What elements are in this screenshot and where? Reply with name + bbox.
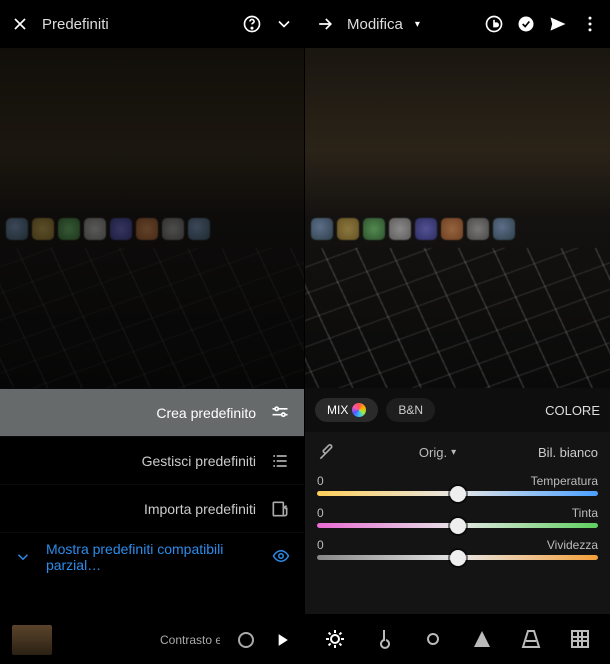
tint-label: Tinta bbox=[572, 506, 598, 520]
color-controls: Bil. bianco Orig. ▾ Temperatura 0 Tinta … bbox=[305, 432, 610, 614]
perspective-icon[interactable] bbox=[519, 627, 543, 651]
color-tool-icon[interactable] bbox=[323, 627, 347, 651]
vibrance-label: Vividezza bbox=[547, 538, 598, 552]
share-icon[interactable] bbox=[548, 14, 568, 34]
chevron-down-icon[interactable] bbox=[274, 14, 294, 34]
help-icon[interactable] bbox=[242, 14, 262, 34]
play-icon[interactable] bbox=[272, 630, 292, 650]
create-preset-label: Crea predefinito bbox=[156, 405, 256, 421]
tint-value: 0 bbox=[317, 506, 324, 520]
manage-presets-item[interactable]: Gestisci predefiniti bbox=[0, 436, 304, 484]
eyedropper-icon[interactable] bbox=[317, 442, 337, 462]
thumbnail[interactable] bbox=[12, 625, 52, 655]
forward-arrow-icon[interactable] bbox=[315, 14, 335, 34]
temperature-slider[interactable]: Temperatura 0 bbox=[317, 474, 598, 500]
bn-pill[interactable]: B&N bbox=[386, 398, 435, 422]
temperature-value: 0 bbox=[317, 474, 324, 488]
left-header: Predefiniti bbox=[0, 0, 304, 48]
eye-icon bbox=[272, 547, 290, 567]
color-tab-label[interactable]: COLORE bbox=[545, 403, 600, 418]
more-icon[interactable] bbox=[580, 14, 600, 34]
photo-preview-left bbox=[0, 48, 304, 388]
import-icon bbox=[270, 499, 290, 519]
chevron-down-icon: ▾ bbox=[451, 447, 456, 458]
mix-pill-label: MIX bbox=[327, 403, 348, 417]
status-text: Contrasto elev bbox=[160, 633, 220, 647]
show-partial-presets-item[interactable]: Mostra predefiniti compatibili parzial… bbox=[0, 532, 304, 580]
dropdown-caret-icon: ▾ bbox=[415, 19, 420, 30]
create-preset-item[interactable]: Crea predefinito bbox=[0, 388, 304, 436]
record-icon[interactable] bbox=[238, 632, 254, 648]
show-partial-presets-label: Mostra predefiniti compatibili parzial… bbox=[46, 541, 258, 573]
sliders-icon bbox=[270, 403, 290, 423]
preset-menu: Crea predefinito Gestisci predefiniti Im… bbox=[0, 388, 304, 616]
vibrance-slider[interactable]: Vividezza 0 bbox=[317, 538, 598, 564]
cloud-check-icon[interactable] bbox=[516, 14, 536, 34]
white-balance-value: Orig. bbox=[419, 445, 447, 460]
white-balance-label: Bil. bianco bbox=[538, 445, 598, 460]
chevron-down-icon bbox=[14, 547, 32, 567]
white-balance-dropdown[interactable]: Orig. ▾ bbox=[419, 445, 456, 460]
edit-title[interactable]: Modifica bbox=[347, 16, 403, 33]
vibrance-value: 0 bbox=[317, 538, 324, 552]
photo-preview-right[interactable] bbox=[305, 48, 610, 388]
close-icon[interactable] bbox=[10, 14, 30, 34]
manage-presets-label: Gestisci predefiniti bbox=[142, 453, 256, 469]
tint-slider[interactable]: Tinta 0 bbox=[317, 506, 598, 532]
import-presets-label: Importa predefiniti bbox=[144, 501, 256, 517]
temperature-tool-icon[interactable] bbox=[372, 627, 396, 651]
mix-pill[interactable]: MIX bbox=[315, 398, 378, 422]
import-presets-item[interactable]: Importa predefiniti bbox=[0, 484, 304, 532]
playback-bar: Contrasto elev bbox=[0, 616, 304, 664]
color-tabs: COLORE B&N MIX bbox=[305, 388, 610, 432]
color-wheel-icon bbox=[352, 403, 366, 417]
edit-tools-row bbox=[305, 614, 610, 664]
premium-icon[interactable] bbox=[484, 14, 504, 34]
presets-title: Predefiniti bbox=[42, 16, 109, 33]
temperature-label: Temperatura bbox=[531, 474, 598, 488]
grid-crop-icon[interactable] bbox=[568, 627, 592, 651]
list-icon bbox=[270, 451, 290, 471]
right-header: ▾ Modifica bbox=[305, 0, 610, 48]
histogram-icon[interactable] bbox=[470, 627, 494, 651]
light-icon[interactable] bbox=[421, 627, 445, 651]
